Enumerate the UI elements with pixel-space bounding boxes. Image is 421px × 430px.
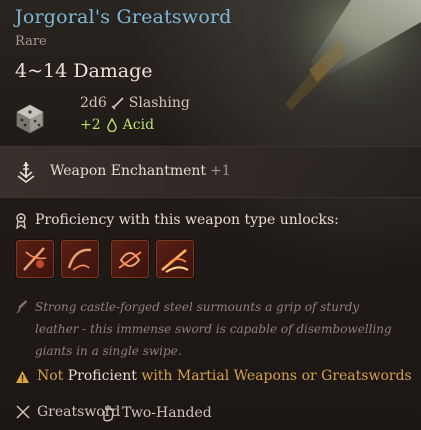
handedness-label: Two-Handed xyxy=(122,405,212,421)
action-4-icon[interactable] xyxy=(156,240,194,278)
proficiency-icon xyxy=(16,213,26,229)
action-2-icon[interactable] xyxy=(61,240,99,278)
warning-icon xyxy=(16,371,29,383)
sword-art-icon xyxy=(251,0,421,160)
warning-proficient: Proficient xyxy=(67,368,137,384)
slashing-icon xyxy=(111,97,124,110)
crossed-swords-icon xyxy=(16,405,30,419)
lore-text: Strong castle-forged steel surmounts a g… xyxy=(35,300,392,358)
enchantment-bonus: +1 xyxy=(210,163,231,179)
acid-icon xyxy=(106,118,117,132)
damage-bonus-row: +2 Acid xyxy=(80,117,154,133)
enchantment-text: Weapon Enchantment xyxy=(50,163,207,179)
hand-icon xyxy=(103,405,114,422)
warning-requirement: with Martial Weapons or Greatswords xyxy=(141,368,412,384)
damage-primary-row: 2d6 Slashing xyxy=(80,95,190,111)
enchantment-label: Weapon Enchantment +1 xyxy=(50,163,231,179)
damage-range: 4~14 Damage xyxy=(15,60,153,82)
acid-type: Acid xyxy=(122,117,155,133)
acid-amount: +2 xyxy=(80,117,101,133)
item-name: Jorgoral's Greatsword xyxy=(15,6,232,28)
handedness-tag: Two-Handed xyxy=(100,404,212,422)
damage-dice: 2d6 xyxy=(80,95,107,111)
action-3-icon[interactable] xyxy=(111,240,149,278)
action-1-icon[interactable] xyxy=(16,240,54,278)
damage-type: Slashing xyxy=(128,95,190,111)
warning-not: Not xyxy=(37,368,64,384)
dice-icon xyxy=(16,104,44,134)
quill-icon xyxy=(16,300,27,314)
proficiency-warning: Not Proficient with Martial Weapons or G… xyxy=(37,368,412,384)
proficiency-header: Proficiency with this weapon type unlock… xyxy=(35,212,339,228)
enchantment-icon xyxy=(17,162,35,183)
item-tooltip: Jorgoral's Greatsword Rare 4~14 Damage 2… xyxy=(0,0,421,430)
item-rarity: Rare xyxy=(15,34,47,49)
